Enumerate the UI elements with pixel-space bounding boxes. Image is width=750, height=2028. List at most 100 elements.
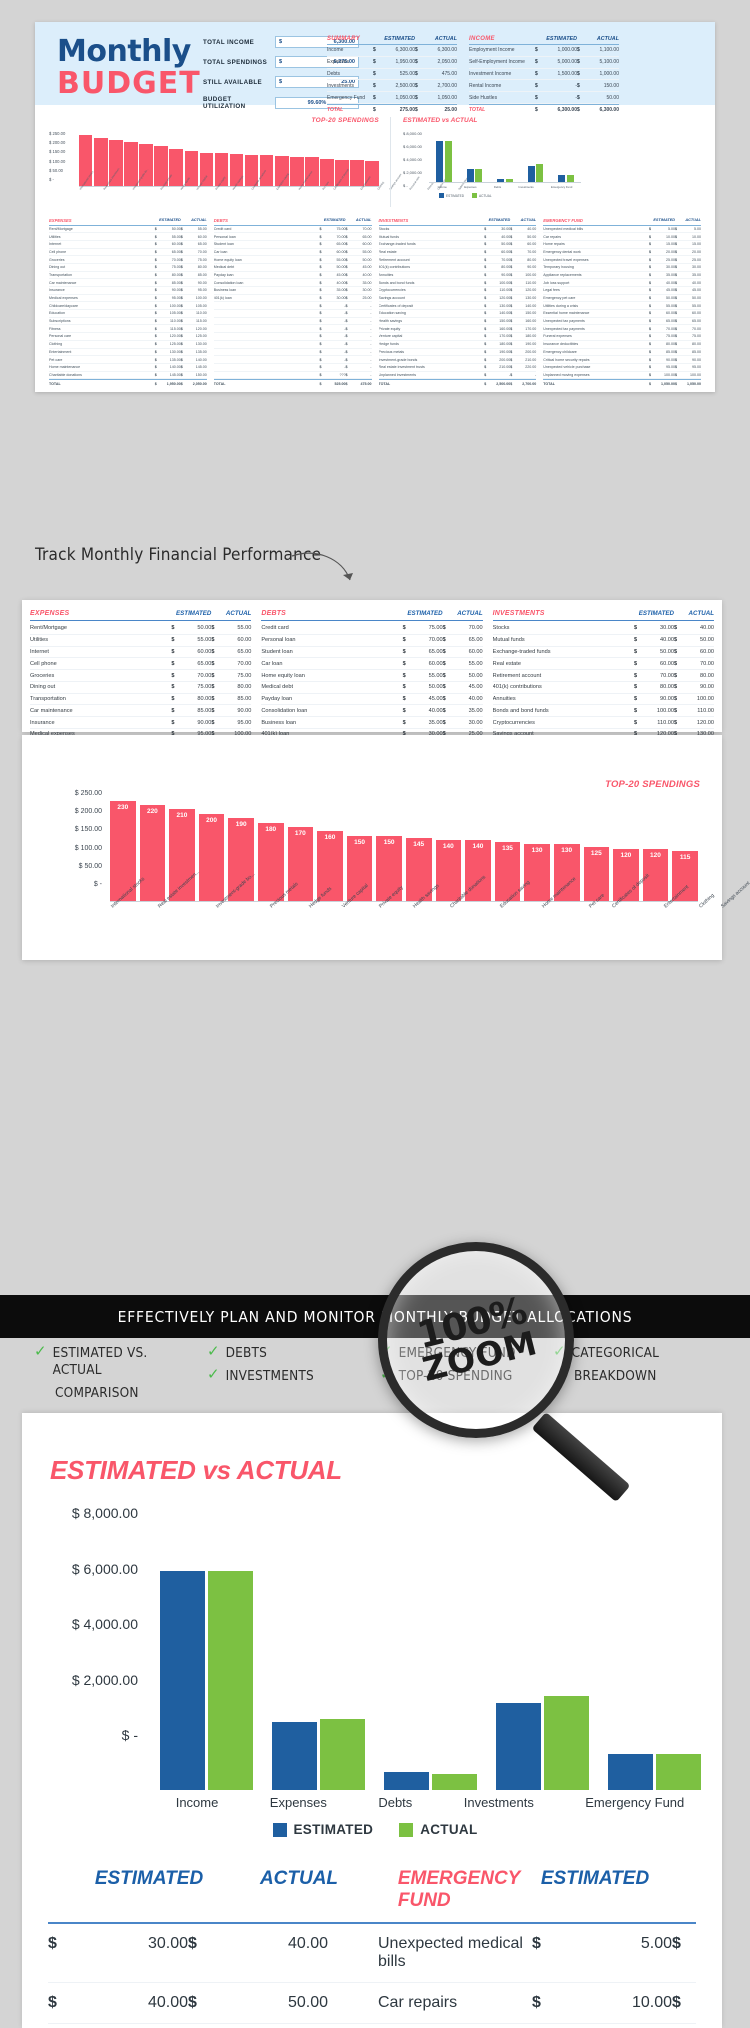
budget-dashboard-sheet: Monthly BUDGET TOTAL INCOME $ 6,300.00 T…: [35, 22, 715, 392]
legend-item: ACTUAL: [472, 193, 492, 198]
detail-table: EMERGENCY FUND ESTIMATED ACTUAL Unexpected…: [543, 218, 701, 388]
col-actual: ACTUAL: [434, 36, 457, 42]
table-row: Clothing$125.00 $130.00: [49, 341, 207, 349]
mini-eva-legend: ESTIMATED ACTUAL: [439, 193, 492, 198]
table-row: Legal fees $45.00 $45.00: [543, 287, 701, 295]
table-row: Rent/Mortgage $50.00 $55.00: [49, 226, 207, 234]
bar-value-label: 145: [413, 840, 425, 848]
axis-label: Income: [437, 185, 447, 189]
bar-estimated: [159, 1571, 205, 1790]
logo-budget: BUDGET: [57, 66, 201, 101]
feature-item: ✓ INVESTMENTS: [207, 1367, 370, 1385]
axis-tick: $ 8,000.00: [403, 131, 422, 136]
mini-eva-yaxis: $ 8,000.00 $ 6,000.00 $ 4,000.00 $ 2,000.00…: [403, 131, 422, 196]
table-row: Cryptocurrencies $110.00 $120.00: [378, 287, 537, 295]
table-row: Insurance $90.00 $95.00: [30, 717, 252, 730]
table-row: Real estate $60.00 $70.00: [492, 658, 714, 671]
income-table: INCOME ESTIMATED ACTUAL Employment Incom…: [469, 36, 619, 116]
detail-table: EXPENSES ESTIMATED ACTUAL Rent/Mortgage $50…: [49, 218, 207, 388]
table-row: Emergency Fund $1,050.00 $1,050.00: [327, 92, 457, 104]
axis-tick: $ -: [121, 1727, 138, 1743]
mini-top20-xlabels: International stocks Real estate investme…: [79, 166, 469, 192]
axis-tick: $ 150.00: [49, 149, 66, 155]
table-row: Bonds and bond funds $100.00 $110.00: [378, 279, 537, 287]
axis-label: Investments: [463, 1795, 534, 1810]
table-row: Income $6,300.00 $6,300.00: [327, 45, 457, 57]
zoomed-table-header: INVESTMENTS ESTIMATED ACTUAL: [492, 610, 714, 621]
summary-table: SUMMARY ESTIMATED ACTUAL Income $6,300.00…: [327, 36, 457, 116]
table-total-row: TOTAL $525.00 $475.00: [213, 379, 372, 387]
table-row: Subscriptions$110.00 $115.00: [49, 318, 207, 326]
table-total-row: TOTAL $1,950.00 $2,050.00: [49, 379, 207, 387]
table-total-row: TOTAL $2,500.00 $2,700.00: [378, 379, 537, 387]
bar-group: [497, 178, 513, 182]
table-row: Emergency pet care $50.00 $50.00: [543, 295, 701, 303]
axis-label: Income: [175, 1795, 219, 1810]
detail-table: INVESTMENTS ESTIMATED ACTUAL Stocks $30.00 …: [378, 218, 537, 388]
col-estimated: ESTIMATED: [384, 36, 415, 42]
table-row: Childcare/daycare$100.00 $105.00: [49, 302, 207, 311]
table-row: Home repairs $15.00 $15.00: [543, 241, 701, 249]
legend-item-actual: ACTUAL: [399, 1822, 477, 1837]
kpi-currency: $: [279, 59, 283, 65]
table-row: Home equity loan $55.00 $50.00: [261, 670, 483, 682]
eva-chart-title: ESTIMATED vs ACTUAL: [50, 1455, 342, 1485]
col-estimated: ESTIMATED: [540, 1868, 650, 1889]
axis-tick: $ -: [93, 880, 102, 888]
axis-label: Emergency Fund: [585, 1795, 685, 1810]
table-row: Self-Employment Income $5,000.00 $5,100.0…: [469, 57, 619, 69]
table-row: Annuities $90.00 $100.00: [492, 694, 714, 706]
table-row: Home maintenance$140.00 $145.00: [49, 364, 207, 372]
table-row: Groceries $70.00 $75.00: [49, 256, 207, 264]
axis-tick: $ 4,000.00: [71, 1616, 138, 1632]
axis-label: Investments: [518, 185, 534, 189]
bar-group: [607, 1753, 701, 1790]
table-row: Student loan $65.00 $60.00: [213, 241, 372, 249]
table-row: Exchange-traded funds $50.00 $60.00: [492, 647, 714, 659]
detail-tables-row: EXPENSES ESTIMATED ACTUAL Rent/Mortgage $50…: [49, 218, 701, 388]
feature-item: ✓ ESTIMATED VS. ACTUAL: [34, 1343, 197, 1379]
feature-label: COMPARISON: [55, 1385, 139, 1401]
magnifier-zoom-badge: 100% ZOOM: [387, 1251, 565, 1429]
table-row: Consolidation loan $40.00 $35.00: [213, 279, 372, 287]
axis-tick: $ 2,000.00: [71, 1671, 138, 1688]
table-row: Education$105.00 $110.00: [49, 310, 207, 318]
table-row: Charitable donations $145.00 $150.00: [49, 372, 207, 380]
legend-swatch-estimated: [272, 1822, 287, 1837]
table-row: Unexpected travel expenses $25.00 $25.00: [543, 256, 701, 264]
bar-value-label: 115: [679, 853, 691, 861]
check-icon: ✓: [34, 1343, 47, 1360]
axis-tick: $ 100.00: [74, 844, 102, 852]
axis-tick: $ 250.00: [74, 790, 102, 797]
bar-actual: [444, 141, 452, 182]
bar-group: [495, 1696, 589, 1790]
table-row: Credit card $75.00 $70.00: [261, 623, 483, 635]
feature-item: ✓ DEBTS: [207, 1344, 370, 1362]
table-row: Utilities $55.00 $60.00: [49, 233, 207, 241]
detail-table-header: EMERGENCY FUND ESTIMATED ACTUAL: [543, 218, 701, 226]
mini-top20-yaxis: $ 250.00 $ 200.00 $ 150.00 $ 100.00 $ 50.00 $…: [49, 131, 65, 186]
table-row: Medical debt $50.00 $45.00: [261, 682, 483, 694]
table-row: $- $-: [213, 310, 372, 318]
table-row: Retirement account $70.00 $80.00: [378, 256, 537, 264]
bar-value-label: 140: [442, 842, 454, 850]
bar-value-label: 125: [590, 849, 602, 857]
axis-tick: $ 2,000.00: [403, 170, 422, 175]
logo-monthly: Monthly: [57, 34, 191, 69]
zoomed-financial-table: EXPENSES ESTIMATED ACTUAL Rent/Mortgage $50…: [22, 600, 722, 847]
bar-value-label: 190: [235, 821, 247, 829]
table-row: $- $-: [213, 318, 372, 326]
table-row: Temporary housing $30.00 $30.00: [543, 264, 701, 272]
table-row: Funeral expenses $75.00 $75.00: [543, 333, 701, 341]
eva-chart-bars: [150, 1512, 710, 1790]
table-row: Payday loan $45.00 $40.00: [213, 272, 372, 280]
bar-estimated: [558, 175, 565, 182]
table-row: Unplanned moving expenses $100.00 $100.00: [543, 372, 701, 380]
table-total-row: TOTAL $1,050.00 $1,050.00: [543, 379, 701, 387]
bar-value-label: 210: [176, 812, 188, 820]
bar: [94, 137, 108, 186]
bar-value-label: 160: [324, 834, 336, 842]
bar-actual: [505, 178, 513, 182]
mini-top20-chart: TOP-20 SPENDINGS $ 250.00 $ 200.00 $ 150.0…: [49, 117, 469, 207]
table-row: Internet $60.00 $65.00: [49, 241, 207, 249]
